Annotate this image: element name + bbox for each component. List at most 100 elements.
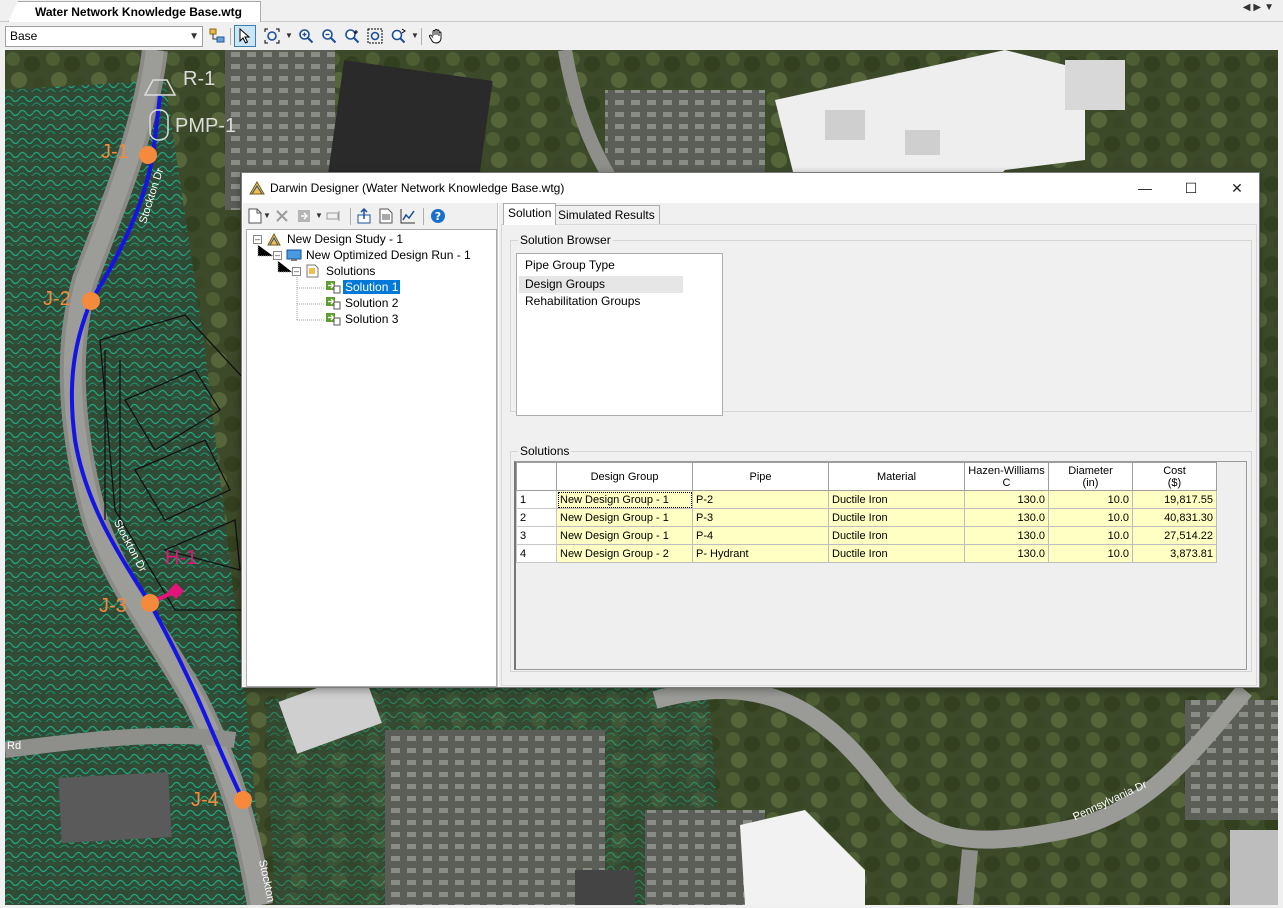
design-tree-pane: ▼ ▼ ? – New Design Study - 1 – New Optim… [243,203,498,687]
table-body: 1 New Design Group - 1 P-2 Ductile Iron 130.… [516,490,1217,563]
solution-details-pane: Solution Simulated Results Solution Brow… [499,203,1259,687]
material-cell[interactable]: Ductile Iron [828,526,965,545]
row-number: 3 [516,526,557,545]
cost-cell[interactable]: 3,873.81 [1132,544,1217,563]
document-tab[interactable]: Water Network Knowledge Base.wtg [8,1,261,22]
delete-icon[interactable] [273,207,291,225]
dialog-title: Darwin Designer (Water Network Knowledge… [270,181,565,195]
compute-icon[interactable] [295,207,313,225]
hazen-williams-cell[interactable]: 130.0 [964,526,1049,545]
column-header[interactable]: Design Group [556,462,693,491]
cost-cell[interactable]: 19,817.55 [1132,490,1217,509]
table-header-row: Design Group Pipe Material Hazen-Williams C D… [516,462,1217,491]
design-tree-toolbar: ▼ ▼ ? [243,203,498,229]
row-number: 1 [516,490,557,509]
scenario-value: Base [10,29,38,43]
tab-simulated-results[interactable]: Simulated Results [553,205,660,225]
report-icon[interactable] [377,207,395,225]
column-header-label: Hazen-Williams [968,464,1045,477]
pipe-cell[interactable]: P-3 [692,508,829,527]
cost-cell[interactable]: 40,831.30 [1132,508,1217,527]
design-tree: – New Design Study - 1 – New Optimized D… [246,229,497,687]
dialog-title-bar[interactable]: Darwin Designer (Water Network Knowledge… [242,173,1259,203]
list-header: Pipe Group Type [525,258,615,272]
scenario-tree-icon[interactable] [206,25,228,47]
rename-icon[interactable] [325,207,343,225]
road-label: Rd [7,740,22,752]
cost-cell[interactable]: 27,514.22 [1132,526,1217,545]
zoom-previous-icon[interactable] [387,25,409,47]
design-group-cell[interactable]: New Design Group - 1 [556,526,693,545]
column-header[interactable]: Pipe [692,462,829,491]
material-cell[interactable]: Ductile Iron [828,544,965,563]
list-item-design-groups[interactable]: Design Groups [519,276,683,293]
material-cell[interactable]: Ductile Iron [828,490,965,509]
export-icon[interactable] [355,207,373,225]
column-header[interactable]: Cost ($) [1132,462,1217,491]
solutions-table[interactable]: Design Group Pipe Material Hazen-Williams C D… [514,461,1247,670]
pipe-group-type-list[interactable]: Pipe Group Type Design Groups Rehabilita… [516,253,723,416]
graph-icon[interactable] [399,207,417,225]
pipe-cell[interactable]: P-4 [692,526,829,545]
tab-scroll-arrows[interactable]: ◀▶▼ [1243,2,1277,13]
junction-label-j1: J-1 [101,141,129,163]
pan-hand-icon[interactable] [425,25,447,47]
row-number: 4 [516,544,557,563]
svg-text:?: ? [435,210,441,223]
pipe-cell[interactable]: P- Hydrant [692,544,829,563]
column-header-label: Design Group [590,470,659,483]
solutions-title: Solutions [518,444,572,458]
help-icon[interactable]: ? [429,207,447,225]
table-row[interactable]: 3 New Design Group - 1 P-4 Ductile Iron 130.… [516,526,1217,545]
darwin-designer-dialog: Darwin Designer (Water Network Knowledge… [241,172,1260,688]
zoom-extents-icon[interactable] [261,25,283,47]
design-group-cell[interactable]: New Design Group - 2 [556,544,693,563]
pipe-cell[interactable]: P-2 [692,490,829,509]
diameter-cell[interactable]: 10.0 [1048,544,1133,563]
darwin-designer-icon [249,180,265,199]
table-row[interactable]: 2 New Design Group - 1 P-3 Ductile Iron 130.… [516,508,1217,527]
column-header-label: Pipe [749,470,772,483]
design-group-cell[interactable]: New Design Group - 1 [556,508,693,527]
drawing-toolbar: Base ▼ ▼ ▼ [0,22,1283,50]
column-header-label: Cost [1163,464,1186,477]
column-header[interactable] [516,462,557,491]
reservoir-label: R-1 [183,68,216,90]
diameter-cell[interactable]: 10.0 [1048,490,1133,509]
zoom-in-icon[interactable] [295,25,317,47]
table-row[interactable]: 1 New Design Group - 1 P-2 Ductile Iron 130.… [516,490,1217,509]
solution-browser-group: Solution Browser Pipe Group Type Design … [510,233,1252,416]
new-icon[interactable] [246,207,264,225]
zoom-out-icon[interactable] [318,25,340,47]
maximize-button[interactable]: ☐ [1168,173,1214,203]
material-cell[interactable]: Ductile Iron [828,508,965,527]
list-item-rehabilitation-groups[interactable]: Rehabilitation Groups [519,293,683,310]
junction-label-j2: J-2 [43,288,71,310]
column-header[interactable]: Diameter (in) [1048,462,1133,491]
solutions-group: Solutions Design Group Pipe Material Hazen-… [510,444,1252,672]
column-header[interactable]: Material [828,462,965,491]
hazen-williams-cell[interactable]: 130.0 [964,490,1049,509]
zoom-window-icon[interactable] [364,25,386,47]
zoom-realtime-icon[interactable] [341,25,363,47]
column-header[interactable]: Hazen-Williams C [964,462,1049,491]
select-arrow-icon[interactable] [234,25,256,47]
column-header-unit: ($) [1167,476,1182,489]
column-header-unit: (in) [1082,476,1099,489]
tree-connector-lines [257,245,325,321]
column-header-unit: C [1002,476,1011,489]
minimize-button[interactable]: — [1122,173,1168,203]
pump-label: PMP-1 [175,115,237,137]
close-button[interactable]: ✕ [1214,173,1260,203]
chevron-down-icon: ▼ [189,31,199,42]
table-row[interactable]: 4 New Design Group - 2 P- Hydrant Ductile I… [516,544,1217,563]
diameter-cell[interactable]: 10.0 [1048,508,1133,527]
hazen-williams-cell[interactable]: 130.0 [964,544,1049,563]
design-group-cell[interactable]: New Design Group - 1 [556,490,693,509]
hazen-williams-cell[interactable]: 130.0 [964,508,1049,527]
solution-tab-body: Solution Browser Pipe Group Type Design … [501,224,1257,686]
diameter-cell[interactable]: 10.0 [1048,526,1133,545]
scenario-dropdown[interactable]: Base ▼ [5,26,203,47]
column-header-label: Diameter [1068,464,1113,477]
tab-solution[interactable]: Solution [503,203,557,225]
